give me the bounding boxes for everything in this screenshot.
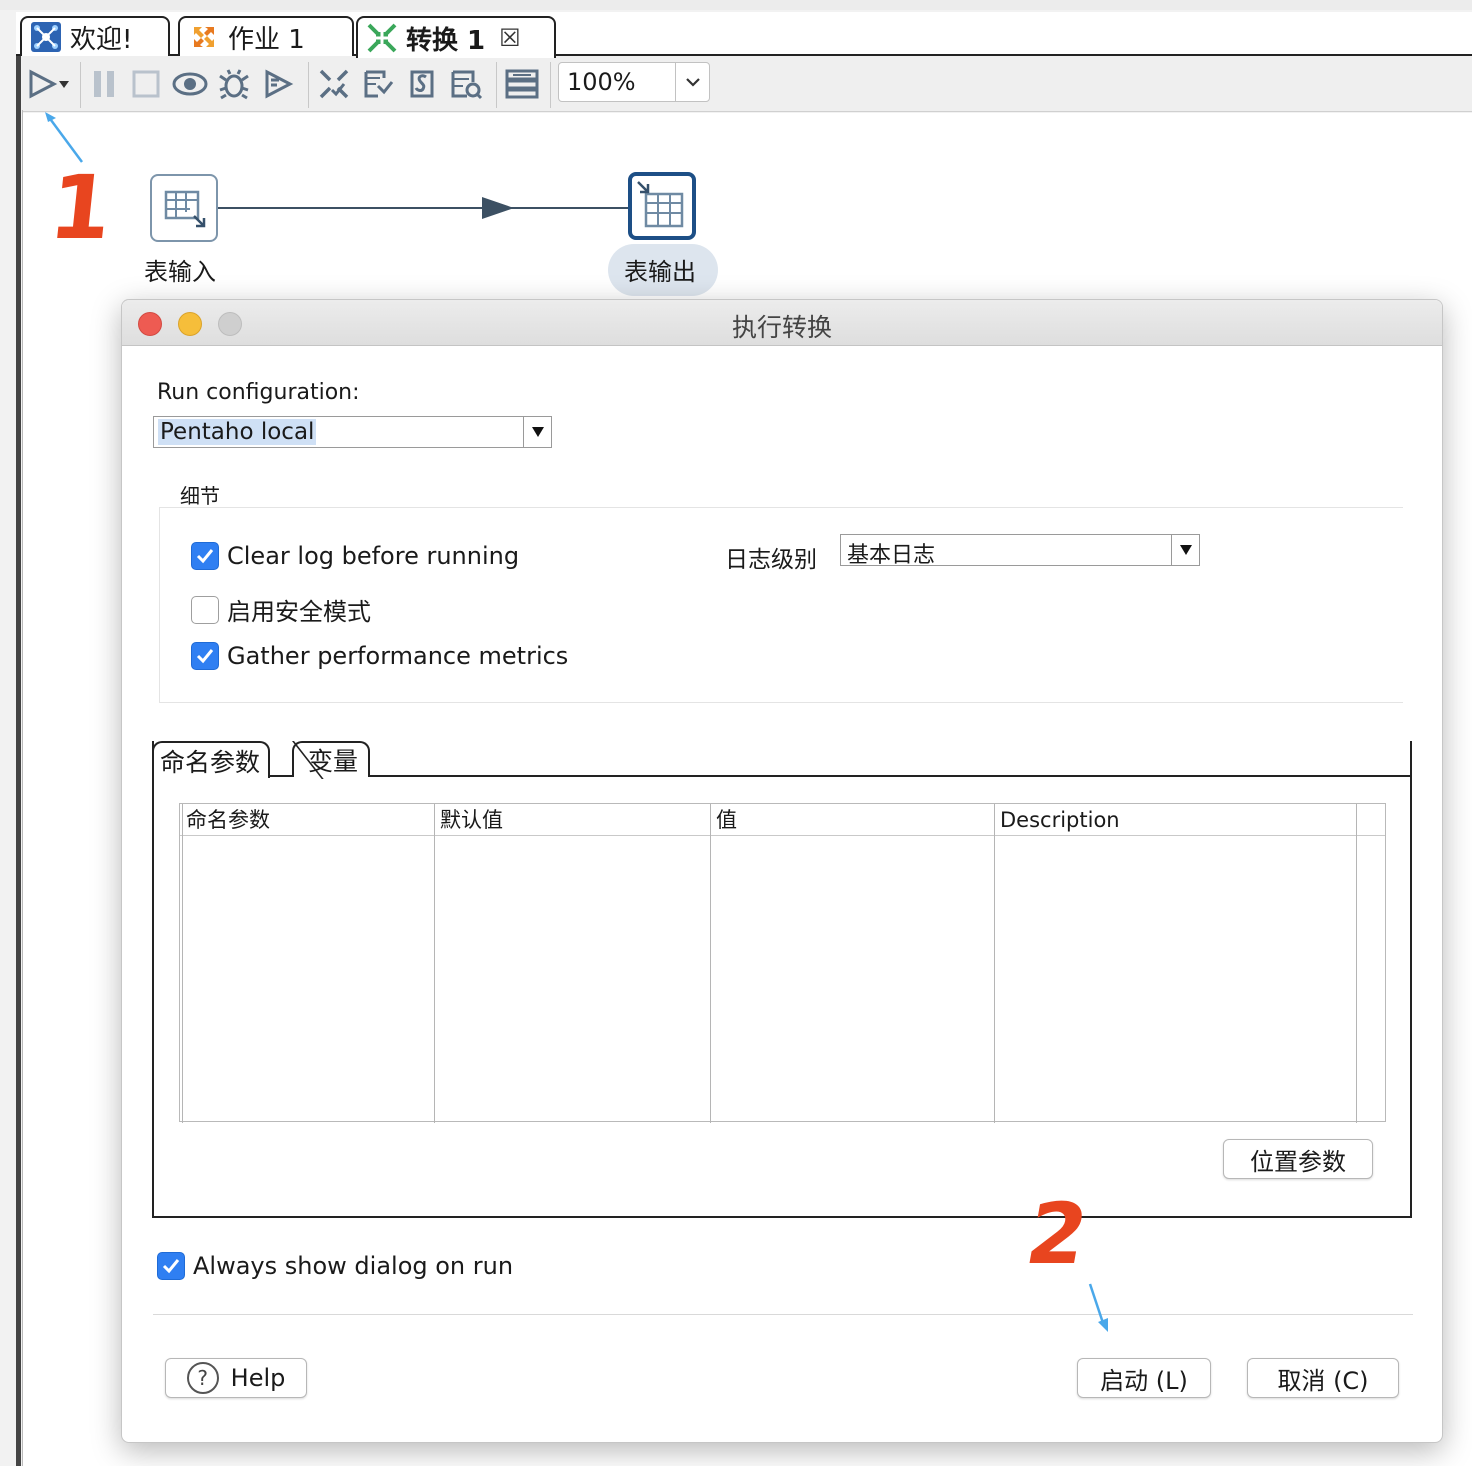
help-button[interactable]: ? Help xyxy=(165,1358,307,1398)
step-label: 表输出 xyxy=(624,258,696,286)
clear-log-checkbox[interactable]: Clear log before running xyxy=(191,542,519,570)
tab-label: 转换 1 xyxy=(406,25,486,56)
run-configuration-label: Run configuration: xyxy=(157,380,360,405)
close-tab-icon[interactable]: ☒ xyxy=(499,24,521,52)
hop-arrow[interactable] xyxy=(0,0,1472,330)
log-level-label: 日志级别 xyxy=(725,547,817,573)
column-header[interactable]: 命名参数 xyxy=(180,804,434,836)
column-header[interactable]: 默认值 xyxy=(434,804,710,836)
named-parameters-table[interactable]: 命名参数 默认值 值 Description xyxy=(179,803,1386,1123)
button-label: 取消 (C) xyxy=(1277,1366,1369,1395)
column-divider xyxy=(1356,804,1357,1123)
checkbox-checked-icon[interactable] xyxy=(191,642,219,670)
button-bar-divider xyxy=(153,1314,1413,1315)
step-table-output[interactable] xyxy=(628,172,696,240)
checkbox-checked-icon[interactable] xyxy=(157,1252,185,1280)
always-show-dialog-checkbox[interactable]: Always show dialog on run xyxy=(157,1252,513,1280)
dropdown-arrow-icon[interactable] xyxy=(523,417,551,447)
column-header-filler xyxy=(1356,804,1385,836)
column-divider xyxy=(434,804,435,1123)
checkbox-label: Clear log before running xyxy=(227,542,520,570)
table-output-icon xyxy=(637,181,684,228)
checkbox-label: Gather performance metrics xyxy=(227,642,569,670)
table-input-icon xyxy=(164,190,206,228)
column-header[interactable]: Description xyxy=(994,804,1356,836)
tab-transformation-1[interactable]: 转换 1 ☒ xyxy=(356,16,556,58)
positional-parameters-button[interactable]: 位置参数 xyxy=(1223,1139,1373,1179)
cancel-button[interactable]: 取消 (C) xyxy=(1247,1358,1399,1398)
column-header[interactable]: 值 xyxy=(710,804,994,836)
annotation-marker-1: 1 xyxy=(44,156,117,259)
column-divider xyxy=(994,804,995,1123)
checkbox-checked-icon[interactable] xyxy=(191,542,219,570)
log-level-select[interactable]: 基本日志 xyxy=(840,534,1200,568)
help-icon: ? xyxy=(186,1362,219,1394)
annotation-arrow xyxy=(1088,1283,1108,1332)
dropdown-arrow-icon[interactable] xyxy=(1171,535,1199,565)
start-button[interactable]: 启动 (L) xyxy=(1077,1358,1211,1398)
dialog-title: 执行转换 xyxy=(731,313,832,342)
column-divider xyxy=(182,804,183,1123)
run-configuration-select[interactable]: Pentaho local xyxy=(153,416,552,448)
button-label: Help xyxy=(230,1364,286,1392)
tab-named-parameters[interactable]: 命名参数 xyxy=(152,741,270,778)
execute-transformation-dialog: 执行转换 Run configuration: Pentaho local 细节… xyxy=(121,299,1443,1443)
column-divider xyxy=(710,804,711,1123)
dialog-titlebar: 执行转换 xyxy=(122,300,1442,346)
safe-mode-checkbox[interactable]: 启用安全模式 xyxy=(191,592,371,627)
step-label: 表输入 xyxy=(144,258,216,286)
details-group-label: 细节 xyxy=(180,484,220,508)
transformation-icon xyxy=(366,22,398,54)
gather-metrics-checkbox[interactable]: Gather performance metrics xyxy=(191,642,568,670)
button-label: 启动 (L) xyxy=(1100,1366,1188,1395)
log-level-value: 基本日志 xyxy=(847,543,936,568)
step-table-input[interactable] xyxy=(150,174,218,242)
button-label: 位置参数 xyxy=(1250,1147,1346,1176)
tab-label: 命名参数 xyxy=(160,747,261,777)
checkbox-unchecked-icon[interactable] xyxy=(191,595,219,624)
checkbox-label: 启用安全模式 xyxy=(227,598,371,626)
checkbox-label: Always show dialog on run xyxy=(193,1252,514,1280)
run-configuration-value: Pentaho local xyxy=(158,419,317,445)
